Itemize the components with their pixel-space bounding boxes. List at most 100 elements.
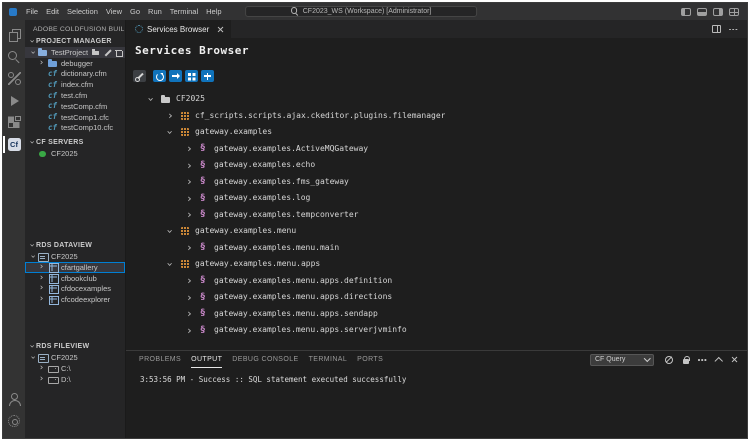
activity-source-control[interactable] [3,68,25,89]
tree-item[interactable]: gateway.examples.fms_gateway [126,174,747,191]
clear-output-button[interactable] [664,355,674,365]
toggle-panel-button[interactable] [697,8,707,16]
activity-explorer[interactable] [3,24,25,45]
activity-search[interactable] [3,46,25,67]
activity-accounts[interactable] [3,388,25,409]
folder-icon [38,47,48,57]
services-grid-button[interactable] [185,70,198,82]
menu-item[interactable]: Go [126,5,144,18]
activity-extensions[interactable] [3,112,25,133]
tree-item[interactable]: gateway.examples.log [126,190,747,207]
tree-item[interactable]: test.cfm [25,90,125,101]
activity-run-debug[interactable] [3,90,25,111]
edit-icon[interactable] [103,48,111,56]
tabs: Services Browser [126,20,231,38]
tree-item[interactable]: debugger [25,58,125,69]
delete-icon[interactable] [114,48,122,56]
tree-item[interactable]: cfbookclub [25,273,125,284]
cf-file-icon [48,123,58,133]
chevron-right-icon [38,295,45,304]
tree-item[interactable]: gateway.examples.menu.main [126,240,747,257]
tree-item[interactable]: testComp.cfm [25,101,125,112]
panel-tab-ports[interactable]: PORTS [357,351,383,368]
chevron-right-icon [185,209,194,220]
tree-item[interactable]: index.cfm [25,79,125,90]
tree-item[interactable]: gateway.examples.menu.apps.serverjvminfo [126,322,747,339]
tree-item[interactable]: cfdocexamples [25,284,125,295]
tree-item[interactable]: cfartgallery [25,262,125,273]
panel-tab-debug-console[interactable]: DEBUG CONSOLE [232,351,298,368]
section-rds-fileview[interactable]: RDS FILEVIEW [25,341,125,352]
tree-item[interactable]: gateway.examples.menu.apps.definition [126,273,747,290]
tree-item[interactable]: C:\ [25,363,125,374]
tree-item[interactable]: gateway.examples.menu.apps.sendapp [126,306,747,323]
customize-layout-button[interactable] [729,8,739,16]
tree-item[interactable]: gateway.examples.echo [126,157,747,174]
menu-item[interactable]: Run [144,5,166,18]
tree-item[interactable]: cf_scripts.scripts.ajax.ckeditor.plugins… [126,108,747,125]
tree-item[interactable]: testComp10.cfc [25,123,125,134]
split-editor-icon[interactable] [712,25,721,33]
tree-item[interactable]: gateway.examples.ActiveMQGateway [126,141,747,158]
services-goto-button[interactable] [169,70,182,82]
close-icon[interactable] [216,26,223,33]
tree-item[interactable]: cfcodeexplorer [25,294,125,305]
tree-item[interactable]: gateway.examples.menu.apps [126,256,747,273]
tree-item[interactable]: gateway.examples.menu [126,223,747,240]
menu-item[interactable]: Selection [63,5,102,18]
new-folder-icon[interactable] [92,48,100,56]
more-actions-icon[interactable] [729,25,738,34]
maximize-panel-button[interactable] [714,355,723,364]
close-panel-button[interactable] [730,356,738,364]
tree-item[interactable]: CF2025 [25,352,125,363]
server-item[interactable]: CF2025 [25,148,125,159]
output-channel-select[interactable]: CF Query [590,354,654,366]
section-project-manager[interactable]: PROJECT MANAGER [25,36,125,47]
drive-icon [48,363,58,373]
tree-item[interactable]: D:\ [25,374,125,385]
tree-item[interactable]: CF2025 [126,91,747,108]
more-actions-button[interactable] [698,355,707,364]
layout-panel-icon [697,8,707,16]
tree-item[interactable]: gateway.examples.menu.apps.directions [126,289,747,306]
menu-item[interactable]: Edit [42,5,63,18]
section-label: PROJECT MANAGER [36,38,112,45]
panel-tab-problems[interactable]: PROBLEMS [139,351,181,368]
chevron-right-icon [185,275,194,286]
tab-services-browser[interactable]: Services Browser [126,20,231,38]
tree-item[interactable]: TestProject [25,47,125,58]
activity-coldfusion[interactable] [3,134,25,155]
coldfusion-icon [8,138,21,151]
chevron-down-icon [28,353,35,362]
panel-tab-output[interactable]: OUTPUT [191,351,222,368]
toggle-secondary-sidebar-button[interactable] [713,8,723,16]
chevron-right-icon [185,242,194,253]
services-add-button[interactable] [201,70,214,82]
section-rds-dataview[interactable]: RDS DATAVIEW [25,240,125,251]
toggle-sidebar-button[interactable] [681,8,691,16]
services-refresh-button[interactable] [153,70,166,82]
tree-item[interactable]: dictionary.cfm [25,69,125,80]
server-icon [38,252,48,262]
lock-scroll-button[interactable] [681,355,691,365]
activity-top [3,24,25,156]
command-center-search[interactable]: CF2023_WS (Workspace) [Administrator] [245,6,477,18]
layout-secondary-icon [713,8,723,16]
section-cf-servers[interactable]: CF SERVERS [25,137,125,148]
menu-item[interactable]: Terminal [166,5,202,18]
menu-item[interactable]: View [102,5,126,18]
chevron-up-icon [714,355,723,364]
panel-tab-terminal[interactable]: TERMINAL [309,351,348,368]
tree-item[interactable]: CF2025 [25,251,125,262]
folder-icon [161,94,171,104]
tree-item[interactable]: gateway.examples.tempconverter [126,207,747,224]
menu-item[interactable]: File [22,5,42,18]
chevron-right-icon [185,143,194,154]
section-label: RDS DATAVIEW [36,242,92,249]
chevron-right-icon [185,176,194,187]
menu-item[interactable]: Help [202,5,225,18]
activity-settings[interactable] [3,410,25,431]
services-filter-button[interactable] [133,70,146,82]
tree-item[interactable]: testComp1.cfc [25,112,125,123]
tree-item[interactable]: gateway.examples [126,124,747,141]
